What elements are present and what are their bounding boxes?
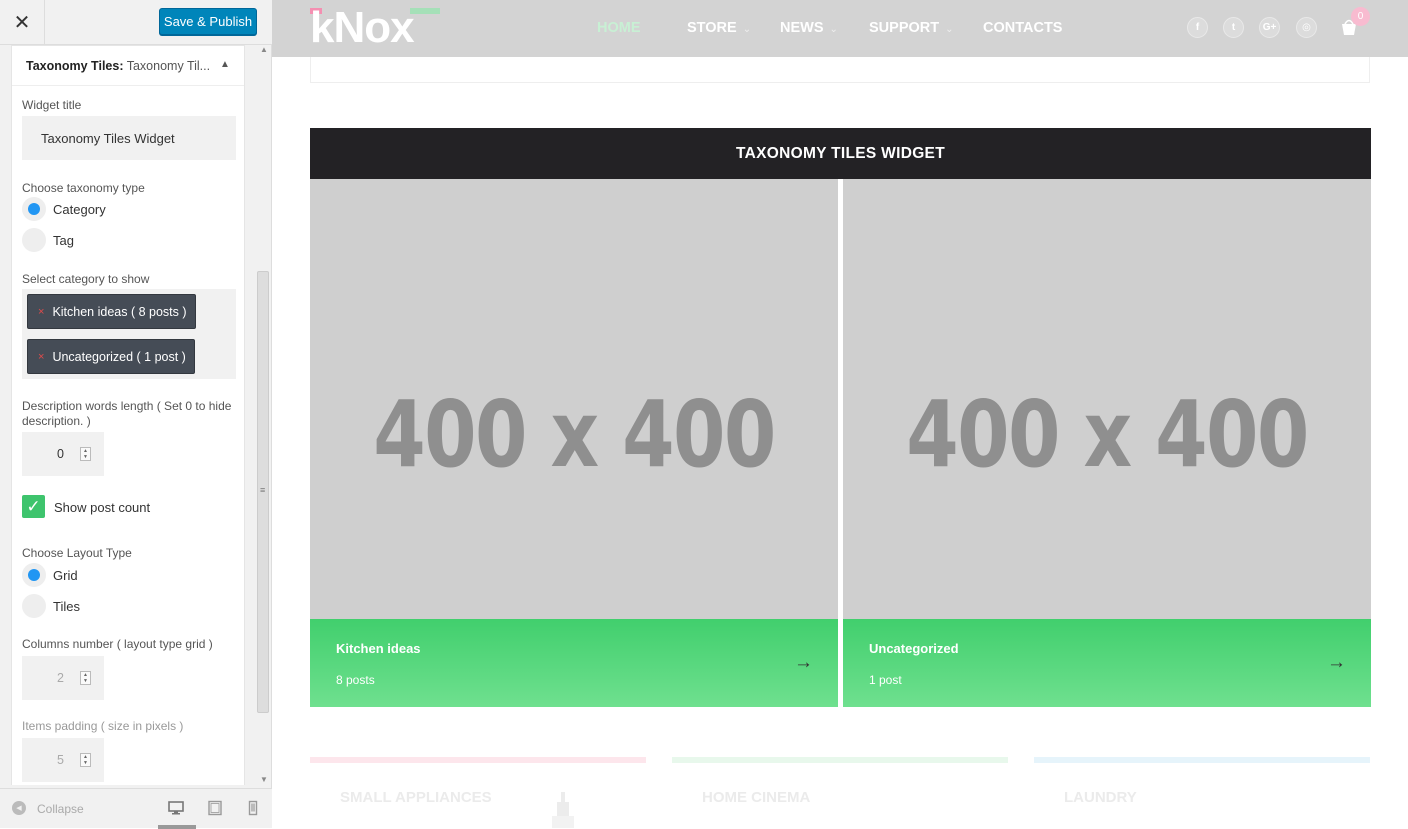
save-publish-button[interactable]: Save & Publish: [159, 8, 257, 35]
category-card[interactable]: SMALL APPLIANCES: [310, 757, 646, 827]
google-plus-icon[interactable]: G+: [1259, 17, 1280, 38]
tablet-icon[interactable]: [207, 800, 223, 816]
radio-tag[interactable]: [22, 228, 46, 252]
category-card[interactable]: LAUNDRY: [1034, 757, 1370, 827]
radio-grid[interactable]: [22, 563, 46, 587]
instagram-icon[interactable]: ◎: [1296, 17, 1317, 38]
tile-placeholder-image: 400 x 400: [373, 381, 776, 488]
category-card-bar: [310, 757, 646, 763]
arrow-right-icon[interactable]: →: [794, 652, 813, 674]
logo-accent: [410, 8, 440, 14]
tile-placeholder-image: 400 x 400: [906, 381, 1309, 488]
customizer-scrollbar[interactable]: ▲ ≡ ▼: [256, 45, 270, 785]
check-icon: ✓: [26, 496, 41, 516]
spinner-icon[interactable]: ▲ ▼: [80, 447, 91, 461]
widget-title-input[interactable]: Taxonomy Tiles Widget: [22, 116, 236, 160]
widget-title-banner: TAXONOMY TILES WIDGET: [310, 128, 1371, 179]
scroll-down-icon[interactable]: ▼: [260, 775, 268, 784]
padding-label: Items padding ( size in pixels ): [22, 719, 184, 733]
customizer-scroll-area: Taxonomy Tiles: Taxonomy Til... ▲ Widget…: [0, 45, 256, 785]
category-chip-label: Kitchen ideas ( 8 posts ): [52, 304, 187, 319]
spinner-icon[interactable]: ▲ ▼: [80, 753, 91, 767]
widget-header[interactable]: Taxonomy Tiles: Taxonomy Til... ▲: [12, 46, 244, 86]
taxonomy-tile[interactable]: 400 x 400 Kitchen ideas 8 posts →: [310, 179, 838, 707]
show-post-count-label: Show post count: [54, 500, 151, 515]
remove-chip-icon[interactable]: ×: [38, 351, 44, 363]
columns-input[interactable]: 2 ▲ ▼: [22, 656, 104, 700]
site-logo[interactable]: kNox: [310, 6, 415, 50]
chevron-down-icon: ⌄: [829, 24, 838, 35]
customizer-footer: ◀ Collapse: [0, 788, 272, 829]
category-chip-label: Uncategorized ( 1 post ): [52, 349, 186, 364]
content-box: [310, 57, 1370, 83]
cart-count-badge: 0: [1351, 7, 1370, 26]
category-select-label: Select category to show: [22, 272, 150, 286]
widget-title-label: Widget title: [22, 98, 82, 112]
radio-tag-label: Tag: [53, 233, 74, 248]
category-card-title[interactable]: SMALL APPLIANCES: [340, 789, 492, 806]
close-icon: ✕: [13, 11, 31, 34]
padding-input[interactable]: 5 ▲ ▼: [22, 738, 104, 782]
category-card[interactable]: HOME CINEMA: [672, 757, 1008, 827]
nav-contacts[interactable]: CONTACTS: [983, 20, 1062, 36]
category-chip[interactable]: × Kitchen ideas ( 8 posts ): [27, 294, 196, 329]
layout-type-label: Choose Layout Type: [22, 546, 132, 560]
radio-tiles[interactable]: [22, 594, 46, 618]
desc-length-label: Description words length ( Set 0 to hide…: [22, 399, 232, 428]
mobile-icon[interactable]: [245, 800, 261, 816]
site-header: kNox HOME STORE ⌄ NEWS ⌄ SUPPORT ⌄ CONTACTS…: [272, 0, 1408, 57]
category-card-title[interactable]: LAUNDRY: [1064, 789, 1137, 806]
category-card-bar: [672, 757, 1008, 763]
radio-tiles-label: Tiles: [53, 599, 80, 614]
twitter-icon[interactable]: t: [1223, 17, 1244, 38]
widget-header-title: Taxonomy Tiles: Taxonomy Til...: [26, 59, 211, 73]
category-card-title[interactable]: HOME CINEMA: [702, 789, 810, 806]
tile-name[interactable]: Uncategorized: [869, 641, 959, 656]
tile-post-count: 1 post: [869, 673, 902, 687]
device-active-indicator: [158, 825, 196, 829]
customizer-panel: ✕ Save & Publish Taxonomy Tiles: Taxonom…: [0, 0, 272, 829]
tile-footer[interactable]: Kitchen ideas 8 posts →: [310, 619, 838, 707]
collapse-button[interactable]: Collapse: [37, 802, 84, 816]
remove-chip-icon[interactable]: ×: [38, 306, 44, 318]
radio-grid-label: Grid: [53, 568, 78, 583]
grip-icon: ≡: [260, 485, 266, 495]
site-preview: kNox HOME STORE ⌄ NEWS ⌄ SUPPORT ⌄ CONTACTS…: [272, 0, 1408, 828]
radio-category[interactable]: [22, 197, 46, 221]
arrow-right-icon[interactable]: →: [1327, 652, 1346, 674]
scroll-up-icon[interactable]: ▲: [260, 45, 268, 54]
facebook-icon[interactable]: f: [1187, 17, 1208, 38]
spinner-icon[interactable]: ▲ ▼: [80, 671, 91, 685]
columns-label: Columns number ( layout type grid ): [22, 637, 213, 651]
category-card-bar: [1034, 757, 1370, 763]
collapse-icon[interactable]: ◀: [12, 801, 26, 815]
category-select[interactable]: × Kitchen ideas ( 8 posts ) × Uncategorize…: [22, 289, 236, 379]
tile-name[interactable]: Kitchen ideas: [336, 641, 421, 656]
desc-length-input[interactable]: 0 ▲ ▼: [22, 432, 104, 476]
nav-news[interactable]: NEWS ⌄: [780, 20, 838, 36]
taxonomy-type-label: Choose taxonomy type: [22, 181, 145, 195]
nav-support[interactable]: SUPPORT ⌄: [869, 20, 953, 36]
customizer-header: ✕ Save & Publish: [0, 0, 272, 45]
desktop-icon[interactable]: [168, 800, 184, 816]
close-customizer-button[interactable]: ✕: [0, 0, 45, 44]
nav-home[interactable]: HOME: [597, 20, 641, 36]
widget-panel: Taxonomy Tiles: Taxonomy Til... ▲ Widget…: [11, 45, 245, 785]
collapse-widget-icon[interactable]: ▲: [220, 59, 230, 70]
scroll-thumb[interactable]: ≡: [257, 271, 269, 713]
appliance-image-icon: [552, 792, 574, 828]
tile-post-count: 8 posts: [336, 673, 375, 687]
tile-footer[interactable]: Uncategorized 1 post →: [843, 619, 1371, 707]
nav-store[interactable]: STORE ⌄: [687, 20, 751, 36]
chevron-down-icon: ⌄: [945, 24, 954, 35]
category-chip[interactable]: × Uncategorized ( 1 post ): [27, 339, 195, 374]
show-post-count-checkbox[interactable]: ✓: [22, 495, 45, 518]
chevron-down-icon: ⌄: [742, 24, 752, 35]
taxonomy-tile[interactable]: 400 x 400 Uncategorized 1 post →: [843, 179, 1371, 707]
radio-category-label: Category: [53, 202, 106, 217]
